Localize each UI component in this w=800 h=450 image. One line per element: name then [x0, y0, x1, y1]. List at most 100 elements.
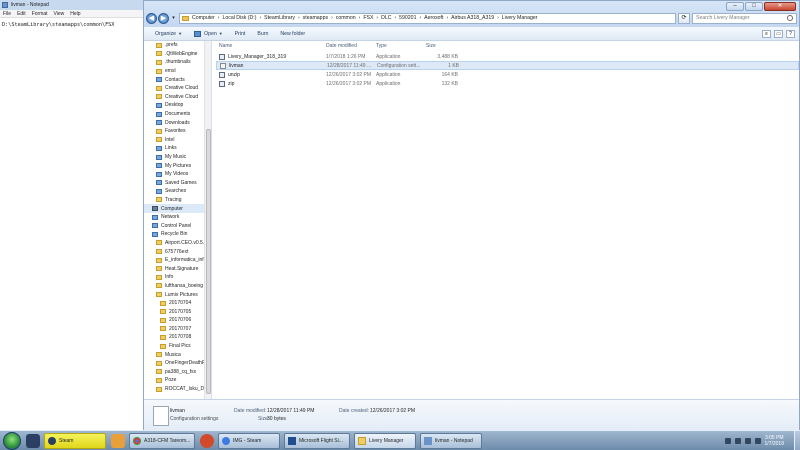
- nav-item[interactable]: Searches: [144, 187, 205, 196]
- close-button[interactable]: ✕: [764, 2, 796, 11]
- breadcrumb-separator[interactable]: ›: [391, 15, 399, 21]
- column-name[interactable]: Name: [216, 43, 326, 49]
- nav-item[interactable]: Downloads: [144, 118, 205, 127]
- breadcrumb-airbus[interactable]: Airbus A318_A319: [451, 15, 494, 21]
- nav-item[interactable]: 20170707: [144, 325, 205, 334]
- breadcrumb-computer[interactable]: Computer: [192, 15, 215, 21]
- menu-format[interactable]: Format: [29, 11, 51, 17]
- nav-item[interactable]: Creative Cloud: [144, 93, 205, 102]
- notepad-text-area[interactable]: D:\SteamLibrary\steamapps\common\FSX: [0, 18, 145, 32]
- show-desktop-button[interactable]: [794, 431, 800, 450]
- breadcrumb-separator[interactable]: ›: [443, 15, 451, 21]
- organize-button[interactable]: Organize ▼: [149, 31, 188, 37]
- menu-edit[interactable]: Edit: [14, 11, 29, 17]
- nav-item[interactable]: .QtWebEngine: [144, 50, 205, 59]
- nav-item[interactable]: Airport.CEO.v0.5...: [144, 239, 205, 248]
- nav-item[interactable]: My Videos: [144, 170, 205, 179]
- nav-item[interactable]: 20170704: [144, 299, 205, 308]
- help-icon[interactable]: ?: [786, 30, 795, 38]
- breadcrumb-separator[interactable]: ›: [256, 15, 264, 21]
- nav-item[interactable]: Final Pics: [144, 342, 205, 351]
- breadcrumb-dlc[interactable]: DLC: [381, 15, 391, 21]
- menu-help[interactable]: Help: [67, 11, 83, 17]
- nav-item[interactable]: 20170706: [144, 316, 205, 325]
- nav-item[interactable]: ROCCAT_Isku_DE: [144, 385, 205, 394]
- nav-item[interactable]: E_informatica_inf: [144, 256, 205, 265]
- breadcrumb-steamapps[interactable]: steamapps: [303, 15, 328, 21]
- nav-item[interactable]: My Pictures: [144, 161, 205, 170]
- start-button[interactable]: [3, 431, 21, 450]
- back-button[interactable]: ◀: [146, 12, 157, 24]
- address-bar[interactable]: Computer › Local Disk (D:) › SteamLibrary ›…: [179, 12, 676, 24]
- open-button[interactable]: Open ▼: [188, 30, 229, 37]
- steam-pinned-icon[interactable]: [26, 433, 40, 448]
- column-size[interactable]: Size: [426, 43, 466, 49]
- breadcrumb-separator[interactable]: ›: [494, 15, 502, 21]
- menu-view[interactable]: View: [51, 11, 68, 17]
- search-box[interactable]: Search Livery Manager: [692, 12, 797, 24]
- nav-item[interactable]: OneFingerDeathP: [144, 359, 205, 368]
- notepad-title-bar[interactable]: livman - Notepad: [0, 0, 145, 10]
- file-row[interactable]: Livery_Manager_318_319 1/7/2018 1:26 PM …: [216, 52, 799, 61]
- burn-button[interactable]: Burn: [251, 31, 274, 37]
- scroll-thumb[interactable]: [206, 129, 211, 394]
- breadcrumb-separator[interactable]: ›: [328, 15, 336, 21]
- breadcrumb-steamlibrary[interactable]: SteamLibrary: [264, 15, 295, 21]
- nav-item[interactable]: Contacts: [144, 75, 205, 84]
- nav-item[interactable]: My Music: [144, 153, 205, 162]
- forward-button[interactable]: ▶: [158, 12, 169, 24]
- nav-item[interactable]: Links: [144, 144, 205, 153]
- clock[interactable]: 3:05 PM 1/7/2018: [765, 435, 784, 447]
- file-row-selected[interactable]: livman 12/28/2017 11:49 ... Configuratio…: [216, 61, 799, 70]
- nav-item[interactable]: Heat.Signature: [144, 264, 205, 273]
- file-row[interactable]: unzip 12/26/2017 3:02 PM Application 164…: [216, 70, 799, 79]
- maximize-button[interactable]: □: [745, 2, 763, 11]
- nav-item[interactable]: pa388_cq_fsx: [144, 368, 205, 377]
- speaker-icon[interactable]: [754, 438, 761, 444]
- nav-item[interactable]: 20170705: [144, 307, 205, 316]
- nav-item[interactable]: Computer: [144, 204, 205, 213]
- breadcrumb-separator[interactable]: ›: [416, 15, 424, 21]
- nav-item[interactable]: Poze: [144, 376, 205, 385]
- new-folder-button[interactable]: New folder: [274, 31, 311, 37]
- preview-pane-icon[interactable]: ▭: [774, 30, 783, 38]
- minimize-button[interactable]: –: [726, 2, 744, 11]
- nav-item[interactable]: .prefs: [144, 41, 205, 50]
- nav-item[interactable]: Network: [144, 213, 205, 222]
- recent-pages-dropdown[interactable]: ▾: [170, 13, 177, 24]
- nav-item[interactable]: .thumbnails: [144, 58, 205, 67]
- breadcrumb-separator[interactable]: ›: [356, 15, 364, 21]
- nav-item[interactable]: Musica: [144, 350, 205, 359]
- breadcrumb-common[interactable]: common: [336, 15, 356, 21]
- chevron-up-icon[interactable]: [724, 438, 731, 444]
- breadcrumb-livery-manager[interactable]: Livery Manager: [502, 15, 538, 21]
- nav-item[interactable]: 20170708: [144, 333, 205, 342]
- breadcrumb-local-disk[interactable]: Local Disk (D:): [222, 15, 256, 21]
- column-date-modified[interactable]: Date modified: [326, 43, 376, 49]
- nav-item[interactable]: Info: [144, 273, 205, 282]
- breadcrumb-separator[interactable]: ›: [295, 15, 303, 21]
- nav-item[interactable]: Documents: [144, 110, 205, 119]
- breadcrumb-590201[interactable]: 590201: [399, 15, 416, 21]
- task-flight-simulator[interactable]: Microsoft Flight Si...: [284, 432, 350, 449]
- breadcrumb-fsx[interactable]: FSX: [363, 15, 373, 21]
- print-button[interactable]: Print: [229, 31, 252, 37]
- nav-item[interactable]: Tracing: [144, 196, 205, 205]
- nav-item[interactable]: Favorites: [144, 127, 205, 136]
- refresh-button[interactable]: ⟳: [678, 12, 690, 24]
- task-chrome[interactable]: A318-CFM Tareom...: [129, 432, 195, 449]
- breadcrumb-separator[interactable]: ›: [373, 15, 381, 21]
- nav-item[interactable]: Creative Cloud: [144, 84, 205, 93]
- nav-item[interactable]: 675776ext: [144, 247, 205, 256]
- nav-item[interactable]: Control Panel: [144, 221, 205, 230]
- nav-item[interactable]: Lumix Pictures: [144, 290, 205, 299]
- nav-item[interactable]: Saved Games: [144, 179, 205, 188]
- task-steam[interactable]: Steam: [44, 432, 106, 449]
- task-notepad[interactable]: livman - Notepad: [420, 432, 482, 449]
- view-options-icon[interactable]: ≡: [762, 30, 771, 38]
- task-livery-manager[interactable]: Livery Manager: [354, 432, 416, 449]
- nav-item[interactable]: Desktop: [144, 101, 205, 110]
- network-icon[interactable]: [734, 438, 741, 444]
- nav-scrollbar[interactable]: [204, 41, 211, 399]
- nav-item[interactable]: Recycle Bin: [144, 230, 205, 239]
